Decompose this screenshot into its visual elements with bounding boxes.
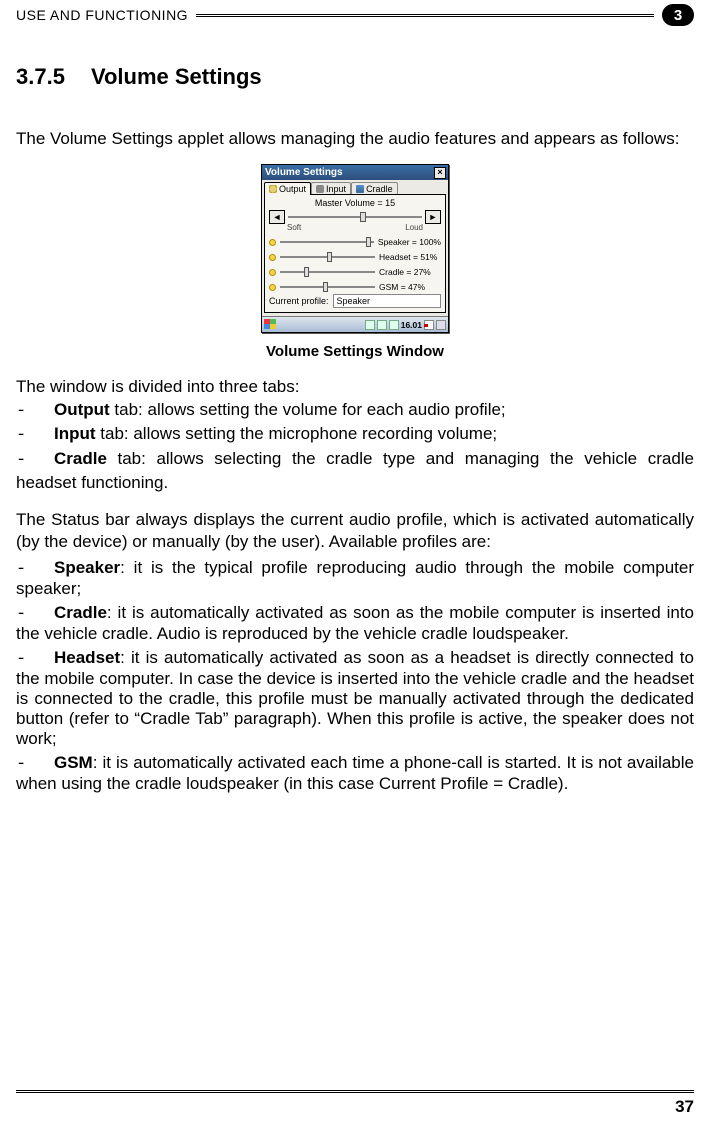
tab-bar: Output Input Cradle — [262, 180, 448, 195]
header-title: USE AND FUNCTIONING — [16, 7, 188, 23]
tray-icon[interactable] — [377, 320, 387, 330]
profile-cradle-bold: Cradle — [54, 603, 107, 622]
notification-flag-icon[interactable] — [424, 320, 434, 330]
list-item: -Input tab: allows setting the microphon… — [16, 423, 694, 447]
slider-thumb-icon[interactable] — [327, 252, 332, 262]
profile-gsm-bold: GSM — [54, 753, 93, 772]
tray-icon[interactable] — [389, 320, 399, 330]
profile-gsm-text: : it is automatically activated each tim… — [16, 753, 694, 793]
speaker-icon — [269, 185, 277, 193]
slider-thumb-icon[interactable] — [323, 282, 328, 292]
speaker-value: Speaker = 100% — [378, 237, 441, 247]
slider-track-icon — [288, 216, 422, 218]
chapter-badge: 3 — [662, 4, 694, 26]
current-profile-label: Current profile: — [269, 296, 329, 306]
led-icon — [269, 239, 276, 246]
cradle-text: tab: allows selecting the cradle type an… — [16, 449, 694, 492]
current-profile-value: Speaker — [333, 294, 441, 308]
list-item: -Output tab: allows setting the volume f… — [16, 399, 694, 423]
start-button[interactable] — [264, 319, 278, 331]
cradle-slider[interactable] — [280, 267, 375, 277]
profile-speaker-bold: Speaker — [54, 558, 120, 577]
taskbar-clock: 16.01 — [401, 320, 422, 330]
master-volume-increase-button[interactable]: ► — [425, 210, 441, 224]
channel-speaker-row: Speaker = 100% — [269, 237, 441, 247]
scale-soft: Soft — [287, 223, 301, 232]
tab-output[interactable]: Output — [264, 182, 311, 195]
page-footer: 37 — [16, 1090, 694, 1117]
slider-thumb-icon[interactable] — [304, 267, 309, 277]
figure: Volume Settings × Output Input Cradle Ma… — [16, 164, 694, 360]
profile-cradle-text: : it is automatically activated as soon … — [16, 603, 694, 643]
master-volume-scale: Soft Loud — [287, 223, 423, 232]
tray-icon[interactable] — [365, 320, 375, 330]
master-volume-slider[interactable] — [288, 212, 422, 222]
profile-headset-bold: Headset — [54, 648, 120, 667]
headset-value: Headset = 51% — [379, 252, 441, 262]
input-text: tab: allows setting the microphone recor… — [96, 424, 498, 443]
gsm-value: GSM = 47% — [379, 282, 441, 292]
tab-panel: Master Volume = 15 ◄ ► Soft Loud Sp — [264, 194, 446, 313]
gsm-slider[interactable] — [280, 282, 375, 292]
list-item: -Speaker: it is the typical profile repr… — [16, 558, 694, 599]
windows-flag-icon — [264, 319, 276, 329]
taskbar: 16.01 — [262, 316, 448, 332]
slider-thumb-icon[interactable] — [366, 237, 371, 247]
mic-icon — [316, 185, 324, 193]
channel-gsm-row: GSM = 47% — [269, 282, 441, 292]
headset-slider[interactable] — [280, 252, 375, 262]
list-item: -Cradle: it is automatically activated a… — [16, 603, 694, 644]
list-item: -GSM: it is automatically activated each… — [16, 753, 694, 794]
close-icon[interactable]: × — [434, 167, 446, 179]
output-bold: Output — [54, 400, 110, 419]
slider-track-icon — [280, 241, 374, 243]
tab-output-label: Output — [279, 184, 306, 194]
list-item: -Cradle tab: allows selecting the cradle… — [16, 448, 694, 495]
status-paragraph: The Status bar always displays the curre… — [16, 509, 694, 554]
current-profile-row: Current profile: Speaker — [269, 294, 441, 308]
tab-cradle-label: Cradle — [366, 184, 393, 194]
intro-paragraph: The Volume Settings applet allows managi… — [16, 128, 694, 150]
header-rule — [196, 14, 654, 17]
input-bold: Input — [54, 424, 96, 443]
system-tray: 16.01 — [365, 320, 446, 330]
slider-track-icon — [280, 271, 375, 273]
cradle-icon — [356, 185, 364, 193]
master-volume-row: ◄ ► — [269, 210, 441, 224]
window-title: Volume Settings — [265, 167, 343, 178]
figure-caption: Volume Settings Window — [266, 343, 444, 360]
led-icon — [269, 284, 276, 291]
section-number: 3.7.5 — [16, 64, 65, 90]
speaker-slider[interactable] — [280, 237, 374, 247]
window-titlebar[interactable]: Volume Settings × — [262, 165, 448, 180]
scale-loud: Loud — [405, 223, 423, 232]
volume-settings-window: Volume Settings × Output Input Cradle Ma… — [261, 164, 449, 333]
tabs-description: The window is divided into three tabs: -… — [16, 376, 694, 494]
output-text: tab: allows setting the volume for each … — [110, 400, 506, 419]
tab-input-label: Input — [326, 184, 346, 194]
footer-rule — [16, 1090, 694, 1093]
tray-expand-icon[interactable] — [436, 320, 446, 330]
master-volume-label: Master Volume = 15 — [269, 198, 441, 208]
channel-cradle-row: Cradle = 27% — [269, 267, 441, 277]
page-header: USE AND FUNCTIONING 3 — [16, 0, 694, 26]
tabs-intro: The window is divided into three tabs: — [16, 376, 694, 398]
section-heading: 3.7.5 Volume Settings — [16, 64, 694, 90]
cradle-bold: Cradle — [54, 449, 107, 468]
led-icon — [269, 269, 276, 276]
channel-headset-row: Headset = 51% — [269, 252, 441, 262]
slider-thumb-icon[interactable] — [360, 212, 366, 222]
master-volume-decrease-button[interactable]: ◄ — [269, 210, 285, 224]
section-title: Volume Settings — [91, 64, 262, 89]
page-number: 37 — [16, 1097, 694, 1117]
list-item: -Headset: it is automatically activated … — [16, 648, 694, 749]
led-icon — [269, 254, 276, 261]
cradle-value: Cradle = 27% — [379, 267, 441, 277]
